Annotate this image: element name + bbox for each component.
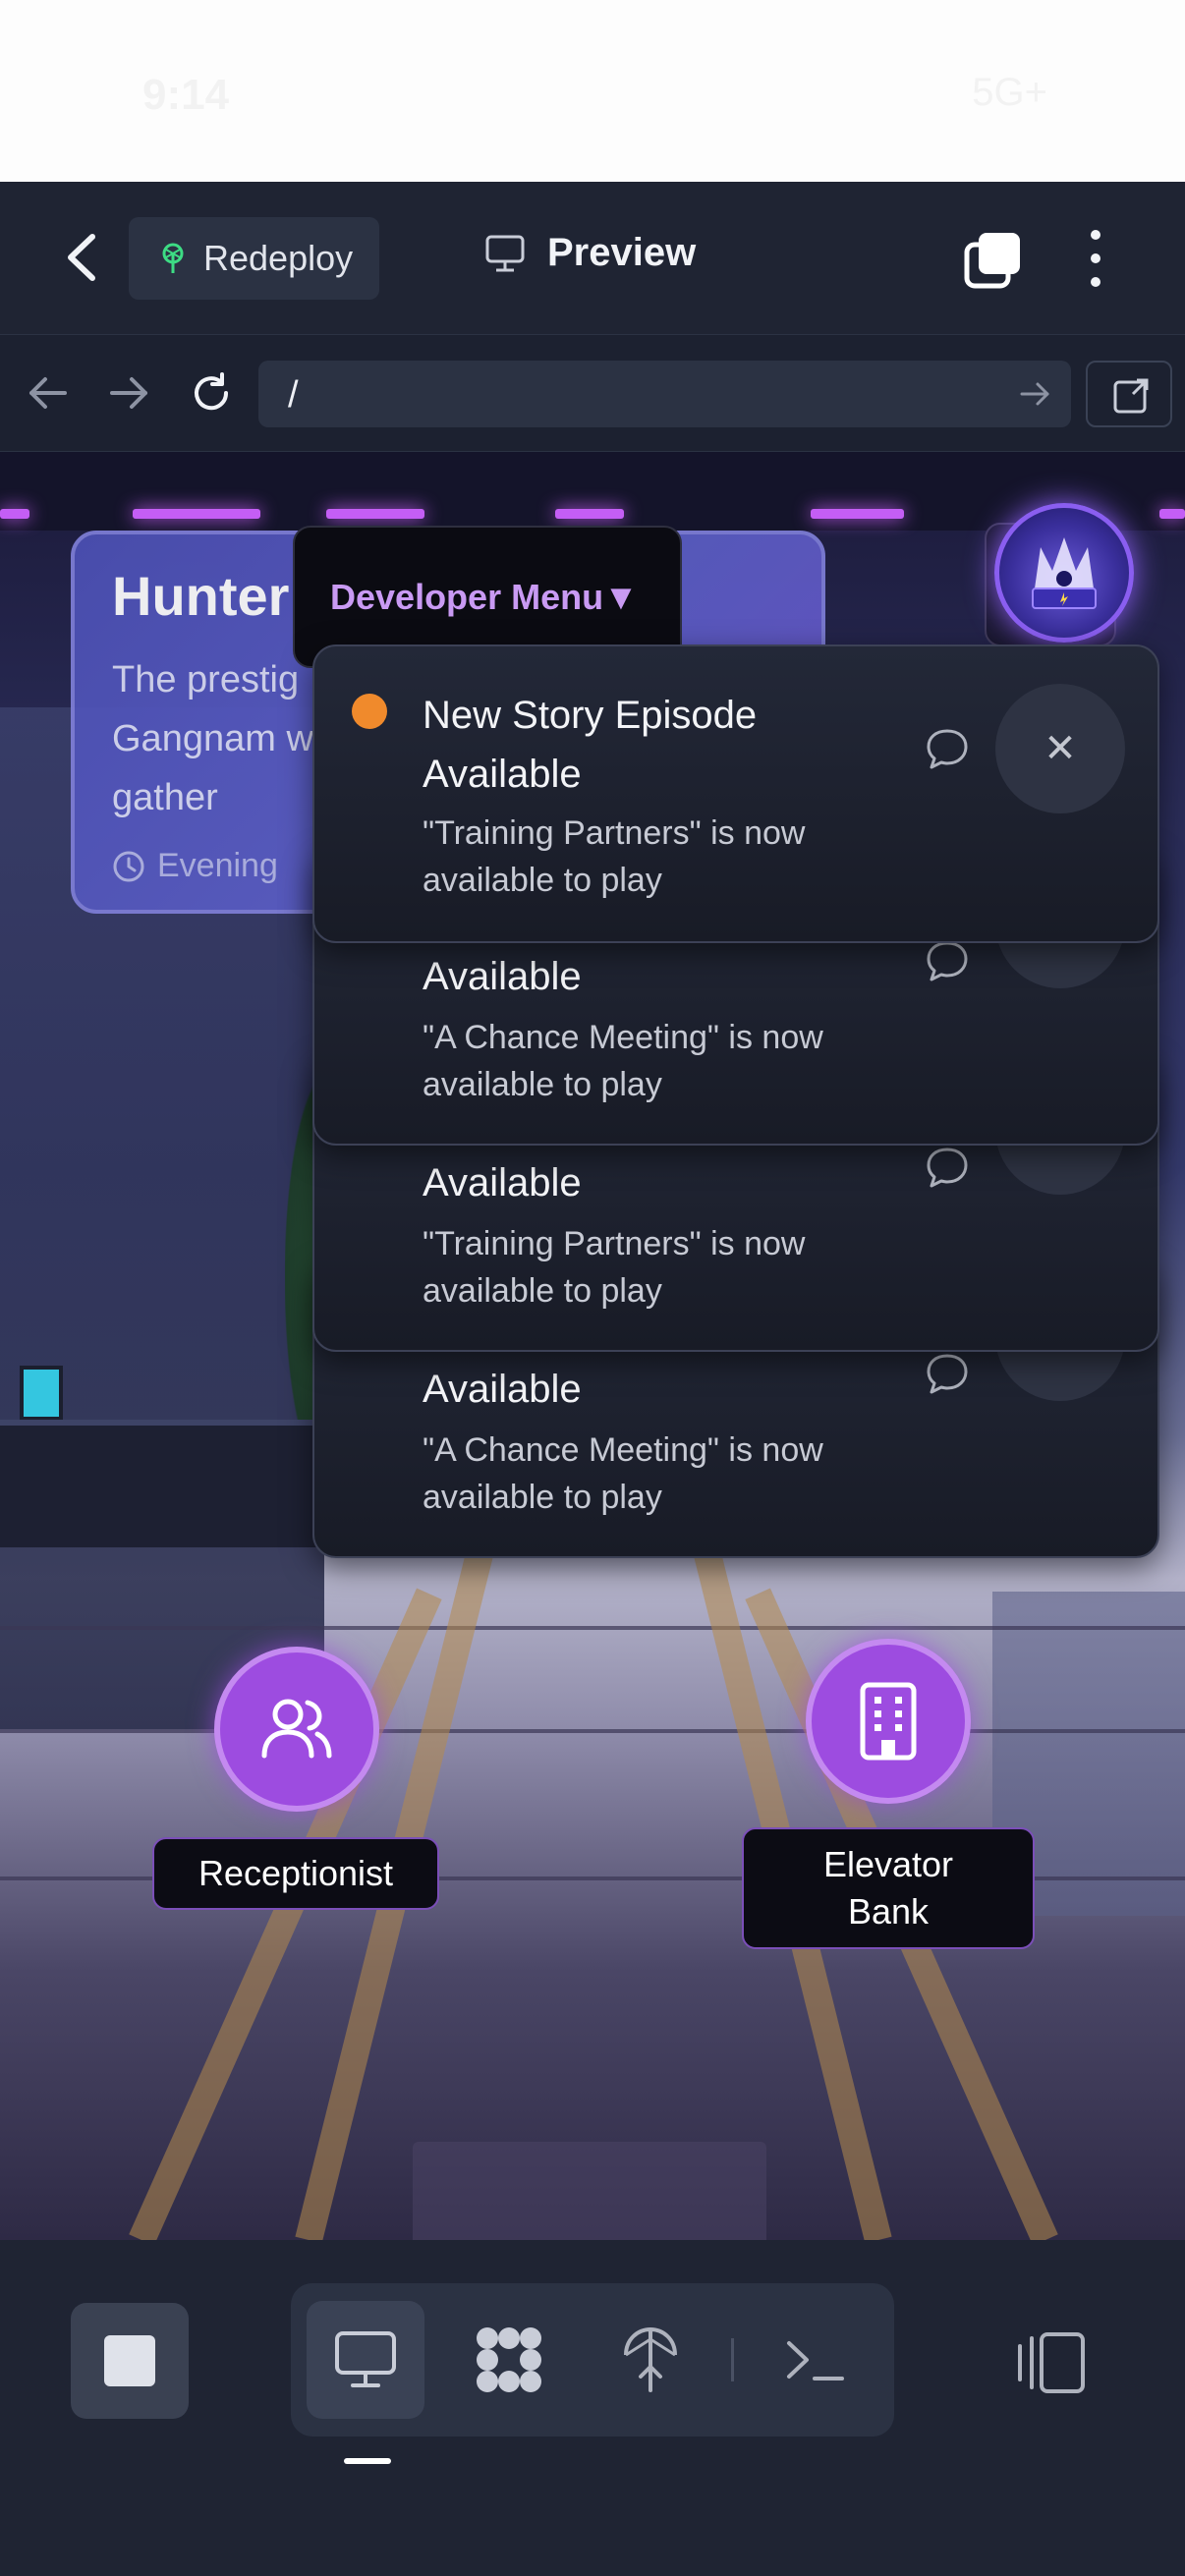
tool-preview[interactable]	[307, 2301, 424, 2419]
receptionist-hotspot[interactable]	[214, 1647, 379, 1812]
notification-title: Available	[423, 1368, 582, 1411]
stop-button[interactable]	[71, 2303, 189, 2419]
building-icon	[860, 1682, 917, 1761]
tool-workspace[interactable]	[450, 2301, 568, 2419]
notification-message: "A Chance Meeting" is now available to p…	[423, 1431, 823, 1516]
notification-title: Available	[423, 955, 582, 998]
side-panel-icon[interactable]	[1012, 2328, 1091, 2397]
chat-bubble-icon[interactable]	[924, 1350, 971, 1397]
elevator-bank-label[interactable]: Elevator Bank	[742, 1827, 1035, 1949]
monitor-icon	[335, 2331, 396, 2387]
ceiling-light	[133, 509, 260, 519]
reception-desk	[0, 1420, 324, 1547]
ceiling-light	[1159, 509, 1185, 519]
status-time: 9:14	[142, 71, 230, 119]
tool-separator	[731, 2338, 734, 2381]
location-title: Hunter	[112, 565, 290, 627]
open-in-new-tab-button[interactable]	[1086, 361, 1172, 427]
preview-label: Preview	[547, 231, 697, 274]
notification-title: New Story Episode Available	[423, 694, 758, 796]
redeploy-label: Redeploy	[203, 238, 354, 278]
receptionist-label[interactable]: Receptionist	[152, 1837, 439, 1910]
player-avatar[interactable]	[994, 503, 1134, 643]
url-input[interactable]: /	[258, 361, 1071, 427]
chat-bubble-icon[interactable]	[924, 937, 971, 984]
ceiling-light	[326, 509, 424, 519]
ceiling-light	[555, 509, 624, 519]
url-bar: /	[0, 334, 1185, 452]
status-signal: 5G+	[972, 71, 1047, 114]
notification-title: Available	[423, 1161, 582, 1204]
notification-message: "Training Partners" is now available to …	[423, 1225, 806, 1310]
floor-stripe	[0, 1729, 1185, 1733]
chat-bubble-icon[interactable]	[924, 1144, 971, 1191]
back-chevron-icon[interactable]	[59, 231, 108, 284]
clock-icon	[113, 851, 144, 881]
bottom-toolbar	[0, 2240, 1185, 2576]
status-bar: 9:14 5G+	[0, 0, 1185, 182]
time-of-day-label: Evening	[157, 847, 278, 884]
monitor-icon	[485, 235, 525, 271]
arrow-left-icon[interactable]	[26, 370, 71, 416]
reload-icon[interactable]	[189, 370, 234, 416]
ceiling-light	[811, 509, 904, 519]
floor-stripe	[0, 1626, 1185, 1630]
tabs-icon[interactable]	[963, 231, 1022, 290]
home-indicator	[344, 2458, 391, 2464]
desk-monitor	[20, 1366, 63, 1421]
arrow-right-icon[interactable]	[106, 370, 151, 416]
tool-shell[interactable]	[757, 2301, 875, 2419]
dismiss-notification-button[interactable]: ✕	[995, 684, 1125, 813]
foreground-counter	[413, 2142, 766, 2240]
tool-group	[291, 2283, 894, 2436]
developer-menu-label: Developer Menu▼	[330, 576, 639, 617]
ceiling-light	[0, 509, 29, 519]
more-options-icon[interactable]	[1081, 227, 1110, 290]
url-path: /	[288, 374, 299, 416]
time-of-day: Evening	[112, 847, 278, 885]
go-arrow-icon[interactable]	[1018, 378, 1051, 410]
preview-tab[interactable]: Preview	[484, 231, 696, 275]
app-header: Redeploy Preview	[0, 182, 1185, 334]
notification-message: "A Chance Meeting" is now available to p…	[423, 1019, 823, 1103]
grid-cluster-icon	[477, 2327, 541, 2392]
deploy-icon	[624, 2326, 677, 2392]
terminal-icon	[787, 2341, 844, 2380]
unread-dot	[352, 694, 387, 729]
notification-card[interactable]: New Story Episode Available "Training Pa…	[312, 644, 1159, 943]
redeploy-button[interactable]: Redeploy	[129, 217, 379, 300]
chat-bubble-icon[interactable]	[924, 725, 971, 772]
deploy-icon	[162, 243, 184, 273]
notification-message: "Training Partners" is now available to …	[423, 814, 806, 899]
elevator-bank-hotspot[interactable]	[806, 1639, 971, 1804]
external-link-icon	[1113, 378, 1149, 414]
tool-deploy[interactable]	[592, 2301, 709, 2419]
crown-emblem-icon	[1032, 537, 1097, 609]
users-icon	[261, 1699, 332, 1759]
stop-icon	[104, 2335, 155, 2386]
